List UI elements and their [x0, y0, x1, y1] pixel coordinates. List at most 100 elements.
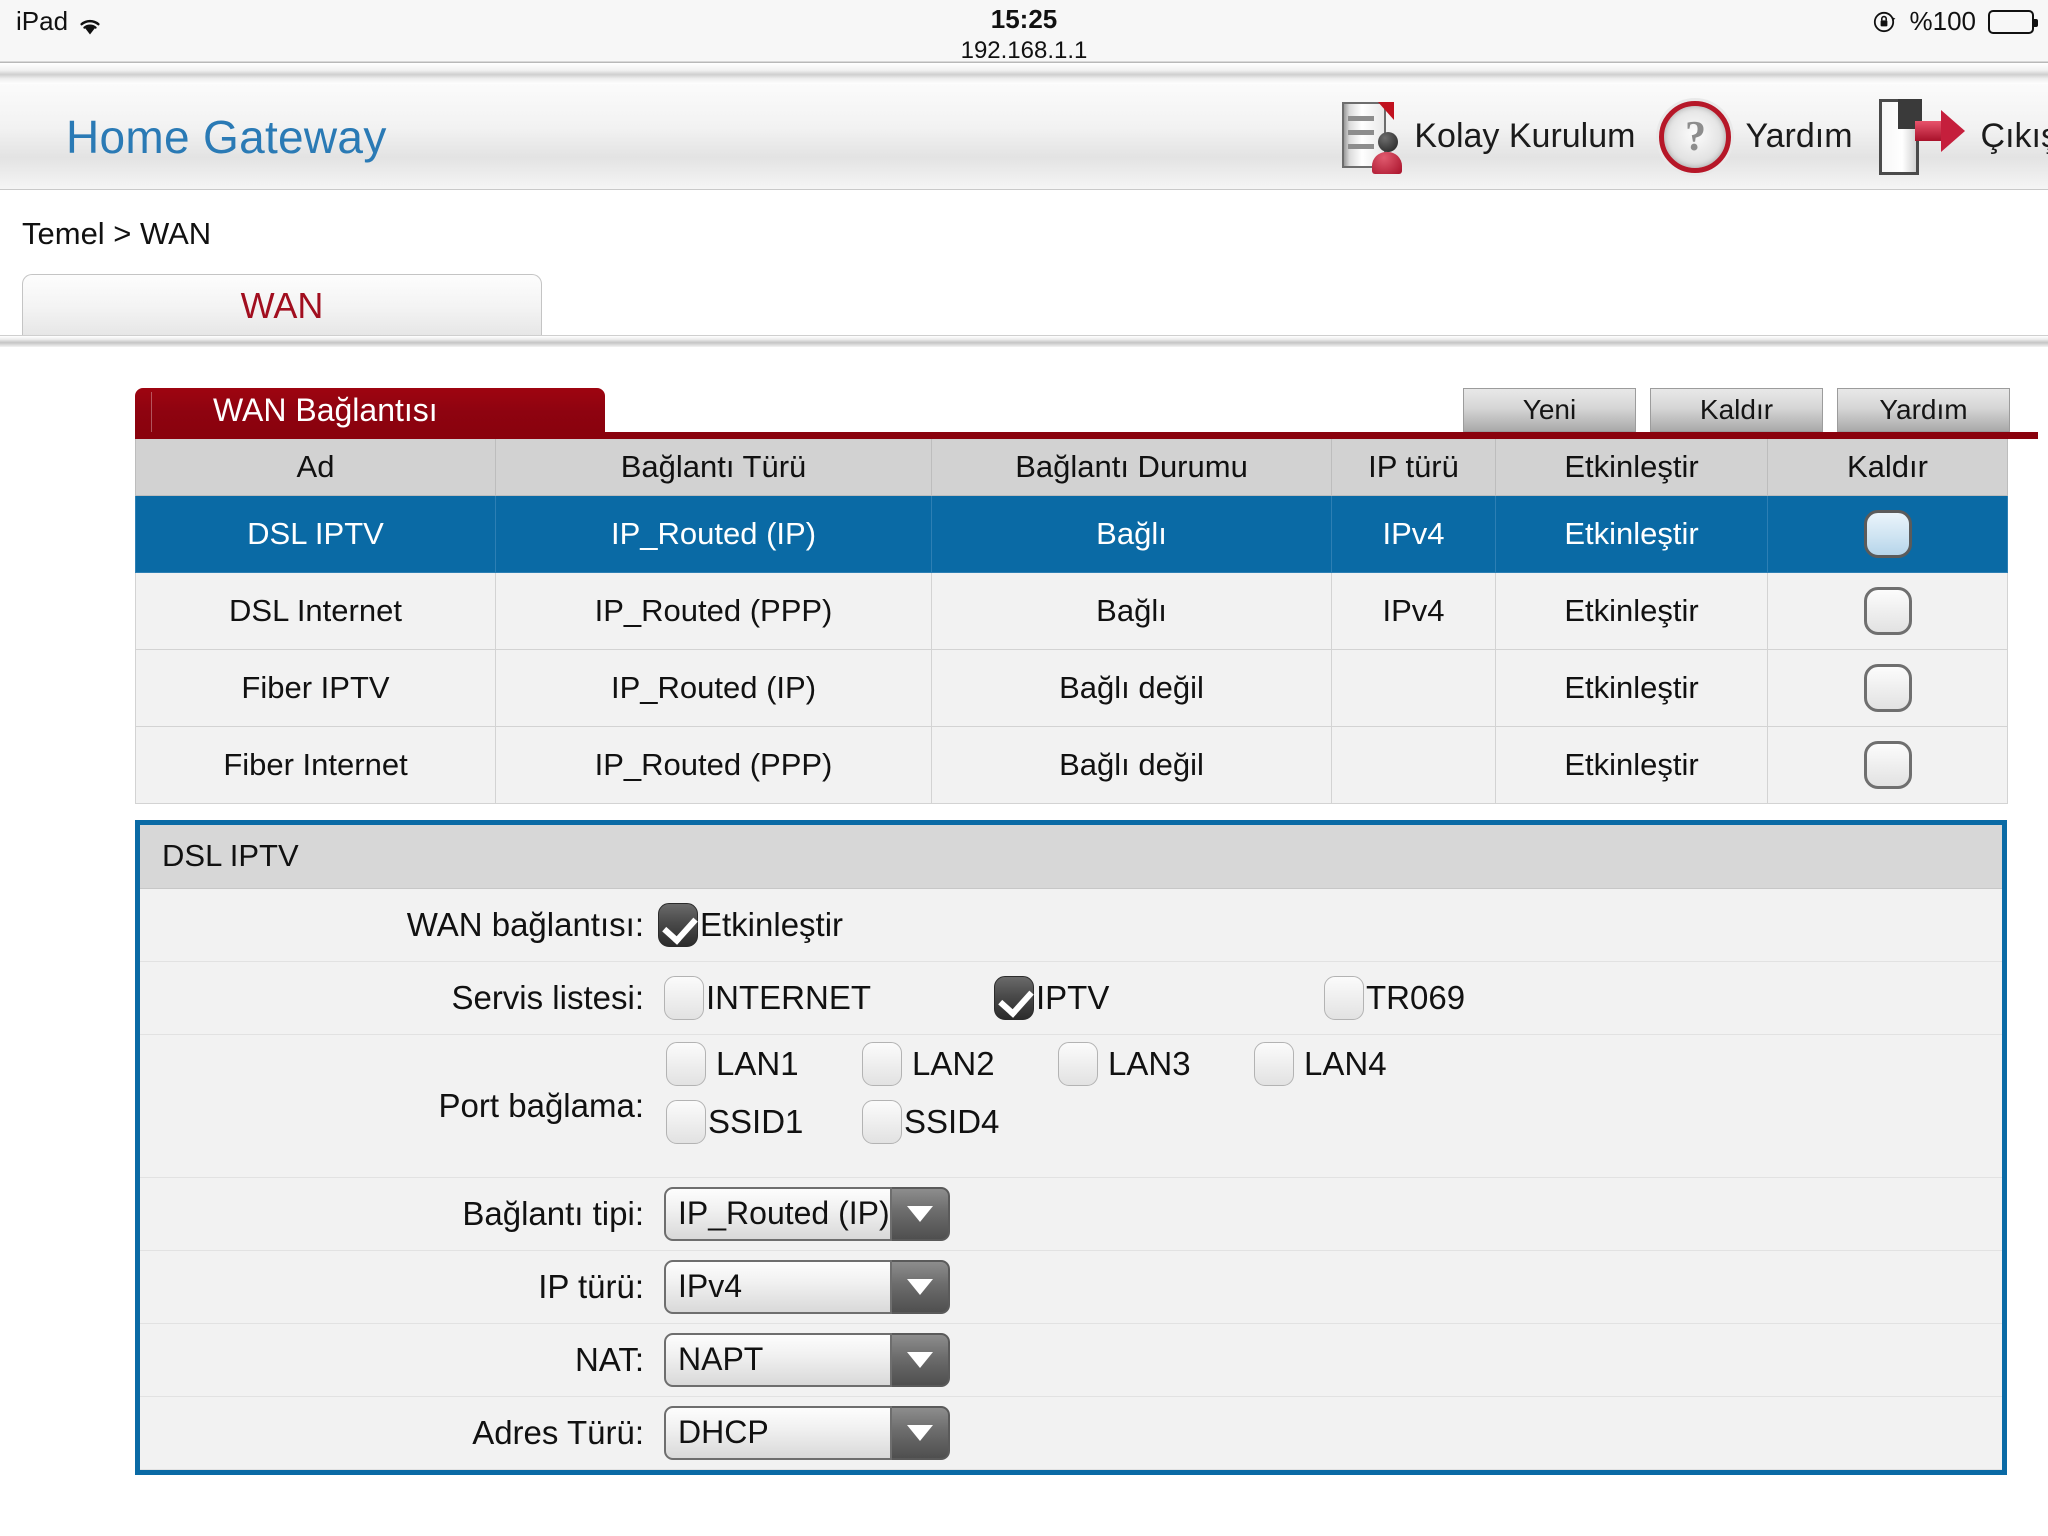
port-ssid4-label: SSID4	[904, 1102, 1000, 1140]
cell-tur: IP_Routed (IP)	[495, 494, 932, 573]
tab-wan[interactable]: WAN	[22, 274, 542, 336]
port-binding-line-2: SSID1 SSID4	[658, 1093, 2002, 1151]
port-lan2[interactable]: LAN2	[862, 1041, 1058, 1086]
port-lan2-label: LAN2	[912, 1044, 995, 1082]
service-iptv-checkbox[interactable]	[994, 975, 1034, 1020]
ios-status-bar: iPad 15:25 192.168.1.1 %100	[0, 0, 2048, 64]
panel-red-rule	[135, 432, 2038, 439]
rotation-lock-icon	[1872, 9, 1898, 35]
chevron-down-icon[interactable]	[892, 1332, 950, 1387]
tab-underline	[0, 335, 2048, 347]
cell-ad: Fiber IPTV	[135, 648, 496, 727]
port-ssid1-checkbox[interactable]	[666, 1099, 706, 1144]
gateway-header: Home Gateway Kolay Kurulum ? Yardım Çıkı	[0, 84, 2048, 190]
cell-ad: DSL Internet	[135, 571, 496, 650]
port-lan2-checkbox[interactable]	[862, 1041, 902, 1086]
cell-etkin: Etkinleştir	[1495, 494, 1768, 573]
cell-durum: Bağlı	[931, 571, 1332, 650]
easy-setup-button[interactable]: Kolay Kurulum	[1338, 100, 1635, 174]
column-header-kaldir: Kaldır	[1767, 439, 2008, 496]
help-button[interactable]: ? Yardım	[1659, 100, 1853, 173]
port-lan4-checkbox[interactable]	[1254, 1041, 1294, 1086]
remove-checkbox[interactable]	[1863, 509, 1912, 558]
port-ssid4-checkbox[interactable]	[862, 1099, 902, 1144]
help-question-icon: ?	[1659, 100, 1732, 173]
label-ip-type: IP türü:	[538, 1267, 644, 1305]
label-wan-connection: WAN bağlantısı:	[406, 905, 644, 943]
service-tr069[interactable]: TR069	[1324, 975, 1465, 1020]
chevron-down-icon[interactable]	[892, 1186, 950, 1241]
ip-type-select[interactable]: IPv4	[664, 1259, 950, 1314]
port-ssid1-label: SSID1	[708, 1102, 804, 1140]
panel-header: WAN Bağlantısı Yeni Kaldır Yardım	[135, 388, 2038, 432]
cell-kaldir	[1767, 494, 2008, 573]
chevron-down-icon[interactable]	[892, 1405, 950, 1460]
cell-durum: Bağlı	[931, 494, 1332, 573]
service-tr069-checkbox[interactable]	[1324, 975, 1364, 1020]
new-button[interactable]: Yeni	[1463, 388, 1636, 432]
table-row[interactable]: Fiber Internet IP_Routed (PPP) Bağlı değ…	[135, 725, 2008, 804]
wan-connection-table: Ad Bağlantı Türü Bağlantı Durumu IP türü…	[135, 439, 2008, 804]
label-connection-type: Bağlantı tipi:	[462, 1194, 644, 1232]
row-nat: NAT: NAPT	[140, 1323, 2002, 1397]
port-ssid4[interactable]: SSID4	[862, 1099, 1058, 1144]
row-connection-type: Bağlantı tipi: IP_Routed (IP)	[140, 1177, 2002, 1251]
service-iptv[interactable]: IPTV	[994, 975, 1324, 1020]
cell-etkin: Etkinleştir	[1495, 571, 1768, 650]
port-lan3[interactable]: LAN3	[1058, 1041, 1254, 1086]
remove-checkbox[interactable]	[1863, 740, 1912, 789]
port-ssid1[interactable]: SSID1	[666, 1099, 862, 1144]
column-header-etkin: Etkinleştir	[1495, 439, 1768, 496]
address-type-value: DHCP	[664, 1405, 892, 1460]
logout-label: Çıkış	[1980, 117, 2048, 155]
logout-button[interactable]: Çıkış	[1877, 98, 2048, 175]
cell-ad: Fiber Internet	[135, 725, 496, 804]
remove-checkbox[interactable]	[1863, 586, 1912, 635]
remove-checkbox[interactable]	[1863, 663, 1912, 712]
header-actions: Kolay Kurulum ? Yardım Çıkış	[1314, 84, 2048, 189]
breadcrumb: Temel > WAN	[22, 216, 212, 251]
service-internet-checkbox[interactable]	[664, 975, 704, 1020]
row-wan-connection: WAN bağlantısı: Etkinleştir	[140, 888, 2002, 962]
help-toolbar-button[interactable]: Yardım	[1837, 388, 2010, 432]
row-service-list: Servis listesi: INTERNET IPTV TR069	[140, 961, 2002, 1035]
label-address-type: Adres Türü:	[472, 1413, 644, 1451]
cell-ip	[1331, 725, 1496, 804]
column-header-ad: Ad	[135, 439, 496, 496]
panel-toolbar: Yeni Kaldır Yardım	[1463, 388, 2010, 432]
detail-title: DSL IPTV	[140, 824, 2002, 889]
easy-setup-document-icon	[1338, 100, 1403, 174]
nat-select[interactable]: NAPT	[664, 1332, 950, 1387]
row-ip-type: IP türü: IPv4	[140, 1250, 2002, 1324]
exit-door-icon	[1877, 98, 1967, 175]
wan-connection-checkbox[interactable]	[658, 902, 698, 947]
cell-ip: IPv4	[1331, 494, 1496, 573]
battery-full-icon	[1988, 9, 2038, 34]
port-lan4-label: LAN4	[1304, 1044, 1387, 1082]
table-header-row: Ad Bağlantı Türü Bağlantı Durumu IP türü…	[135, 439, 2008, 496]
page-title: Home Gateway	[66, 110, 387, 163]
cell-ip	[1331, 648, 1496, 727]
tab-wan-label: WAN	[240, 284, 324, 326]
port-lan3-checkbox[interactable]	[1058, 1041, 1098, 1086]
port-lan1-checkbox[interactable]	[666, 1041, 706, 1086]
port-lan1[interactable]: LAN1	[666, 1041, 862, 1086]
connection-type-select[interactable]: IP_Routed (IP)	[664, 1186, 950, 1241]
cell-kaldir	[1767, 648, 2008, 727]
address-type-select[interactable]: DHCP	[664, 1405, 950, 1460]
chevron-down-icon[interactable]	[892, 1259, 950, 1314]
tab-strip: WAN	[0, 274, 2048, 347]
remove-button[interactable]: Kaldır	[1650, 388, 1823, 432]
column-header-tur: Bağlantı Türü	[495, 439, 932, 496]
wan-connection-enable-field[interactable]: Etkinleştir	[658, 902, 843, 947]
port-lan4[interactable]: LAN4	[1254, 1041, 1450, 1086]
connection-detail-panel: DSL IPTV WAN bağlantısı: Etkinleştir Ser…	[135, 819, 2007, 1475]
cell-kaldir	[1767, 571, 2008, 650]
cell-etkin: Etkinleştir	[1495, 648, 1768, 727]
table-row[interactable]: DSL IPTV IP_Routed (IP) Bağlı IPv4 Etkin…	[135, 494, 2008, 573]
port-lan1-label: LAN1	[716, 1044, 799, 1082]
label-port-binding: Port bağlama:	[438, 1086, 644, 1124]
table-row[interactable]: Fiber IPTV IP_Routed (IP) Bağlı değil Et…	[135, 648, 2008, 727]
service-internet[interactable]: INTERNET	[664, 975, 994, 1020]
table-row[interactable]: DSL Internet IP_Routed (PPP) Bağlı IPv4 …	[135, 571, 2008, 650]
